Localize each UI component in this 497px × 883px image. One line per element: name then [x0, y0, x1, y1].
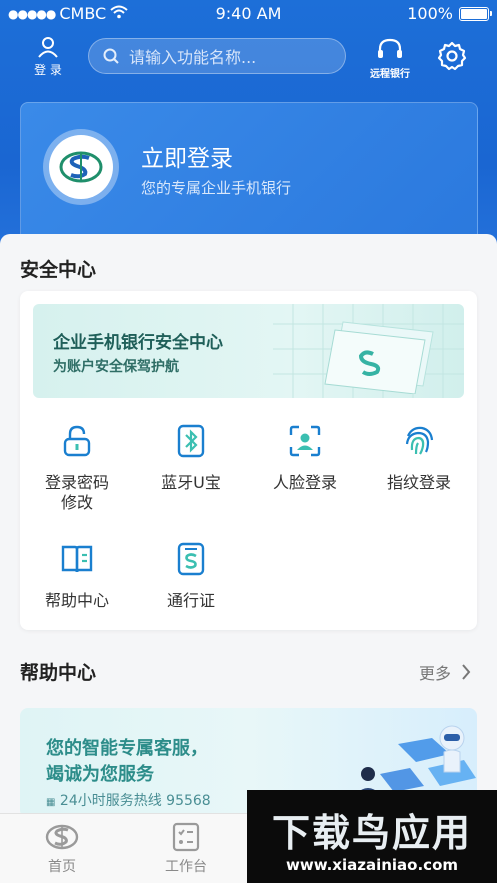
tab-home-label: 首页 [48, 859, 76, 875]
watermark-overlay: 下载鸟应用 www.xiazainiao.com [247, 790, 497, 883]
bluetooth-icon [173, 423, 209, 459]
more-link[interactable]: 更多 [419, 660, 471, 684]
login-banner[interactable]: 立即登录 您的专属企业手机银行 [20, 102, 478, 242]
chevron-right-icon [462, 664, 471, 680]
remote-bank-label: 远程银行 [370, 69, 410, 80]
bank-logo-icon [59, 151, 103, 183]
battery-percent: 100% [407, 4, 453, 23]
search-icon [103, 48, 119, 64]
home-logo-icon [45, 822, 79, 852]
help-section-header: 帮助中心 更多 [20, 658, 477, 686]
service-card-line1: 您的智能专属客服， [46, 738, 208, 759]
more-label: 更多 [418, 664, 451, 683]
settings-button[interactable] [436, 40, 468, 76]
bluetooth-ukey-label: 蓝牙U宝 [161, 473, 221, 492]
hotline-text: ▦ 24小时服务热线 95568 [46, 790, 211, 810]
headset-icon [378, 38, 402, 58]
status-bar: ●●●●● CMBC 9:40 AM 100% [0, 0, 497, 28]
workbench-icon [169, 822, 203, 852]
banner-title: 立即登录 [141, 146, 233, 172]
tab-home[interactable]: 首页 [22, 822, 102, 876]
login-password-label: 登录密码修改 [44, 473, 109, 512]
face-login-item[interactable]: 人脸登录 [248, 423, 362, 493]
bluetooth-ukey-item[interactable]: 蓝牙U宝 [134, 423, 248, 493]
pass-card-label: 通行证 [166, 591, 215, 610]
service-card-line2: 竭诚为您服务 [46, 764, 154, 785]
search-input[interactable]: 请输入功能名称... [88, 38, 346, 74]
pass-card-icon [173, 541, 209, 577]
remote-bank-button[interactable]: 远程银行 [364, 38, 416, 80]
login-button[interactable]: 登 录 [30, 36, 66, 78]
battery-icon [459, 6, 492, 21]
app-screen: ●●●●● CMBC 9:40 AM 100% 登 录 请输入功能名称... 远… [0, 0, 497, 883]
bank-logo [43, 129, 119, 205]
watermark-title: 下载鸟应用 [271, 811, 472, 855]
security-section-title: 安全中心 [20, 259, 97, 281]
tab-workbench[interactable]: 工作台 [146, 822, 226, 876]
login-label: 登 录 [34, 63, 62, 77]
service-card-text: 您的智能专属客服， 竭诚为您服务 [46, 736, 208, 788]
help-section-title: 帮助中心 [20, 662, 97, 684]
search-placeholder: 请输入功能名称... [129, 48, 257, 67]
fingerprint-login-item[interactable]: 指纹登录 [362, 423, 476, 493]
login-password-item[interactable]: 登录密码修改 [20, 423, 134, 513]
hotline-label: 24小时服务热线 95568 [59, 793, 211, 809]
banner-subtitle: 您的专属企业手机银行 [141, 179, 292, 197]
face-login-label: 人脸登录 [272, 473, 337, 492]
fingerprint-login-label: 指纹登录 [386, 473, 451, 492]
pass-card-item[interactable]: 通行证 [134, 541, 248, 611]
gear-icon [437, 41, 467, 71]
face-scan-icon [287, 423, 323, 459]
fingerprint-icon [401, 423, 437, 459]
help-center-label: 帮助中心 [44, 591, 109, 610]
hotline-icon: ▦ [46, 797, 56, 808]
help-center-item[interactable]: 帮助中心 [20, 541, 134, 611]
watermark-url: www.xiazainiao.com [285, 856, 459, 874]
lock-icon [59, 423, 95, 459]
tab-workbench-label: 工作台 [165, 859, 207, 875]
book-icon [59, 541, 95, 577]
security-card: 企业手机银行安全中心 为账户安全保驾护航 登录密码修改 蓝牙U宝 人脸登录 指纹… [20, 291, 477, 630]
user-icon [38, 37, 58, 58]
